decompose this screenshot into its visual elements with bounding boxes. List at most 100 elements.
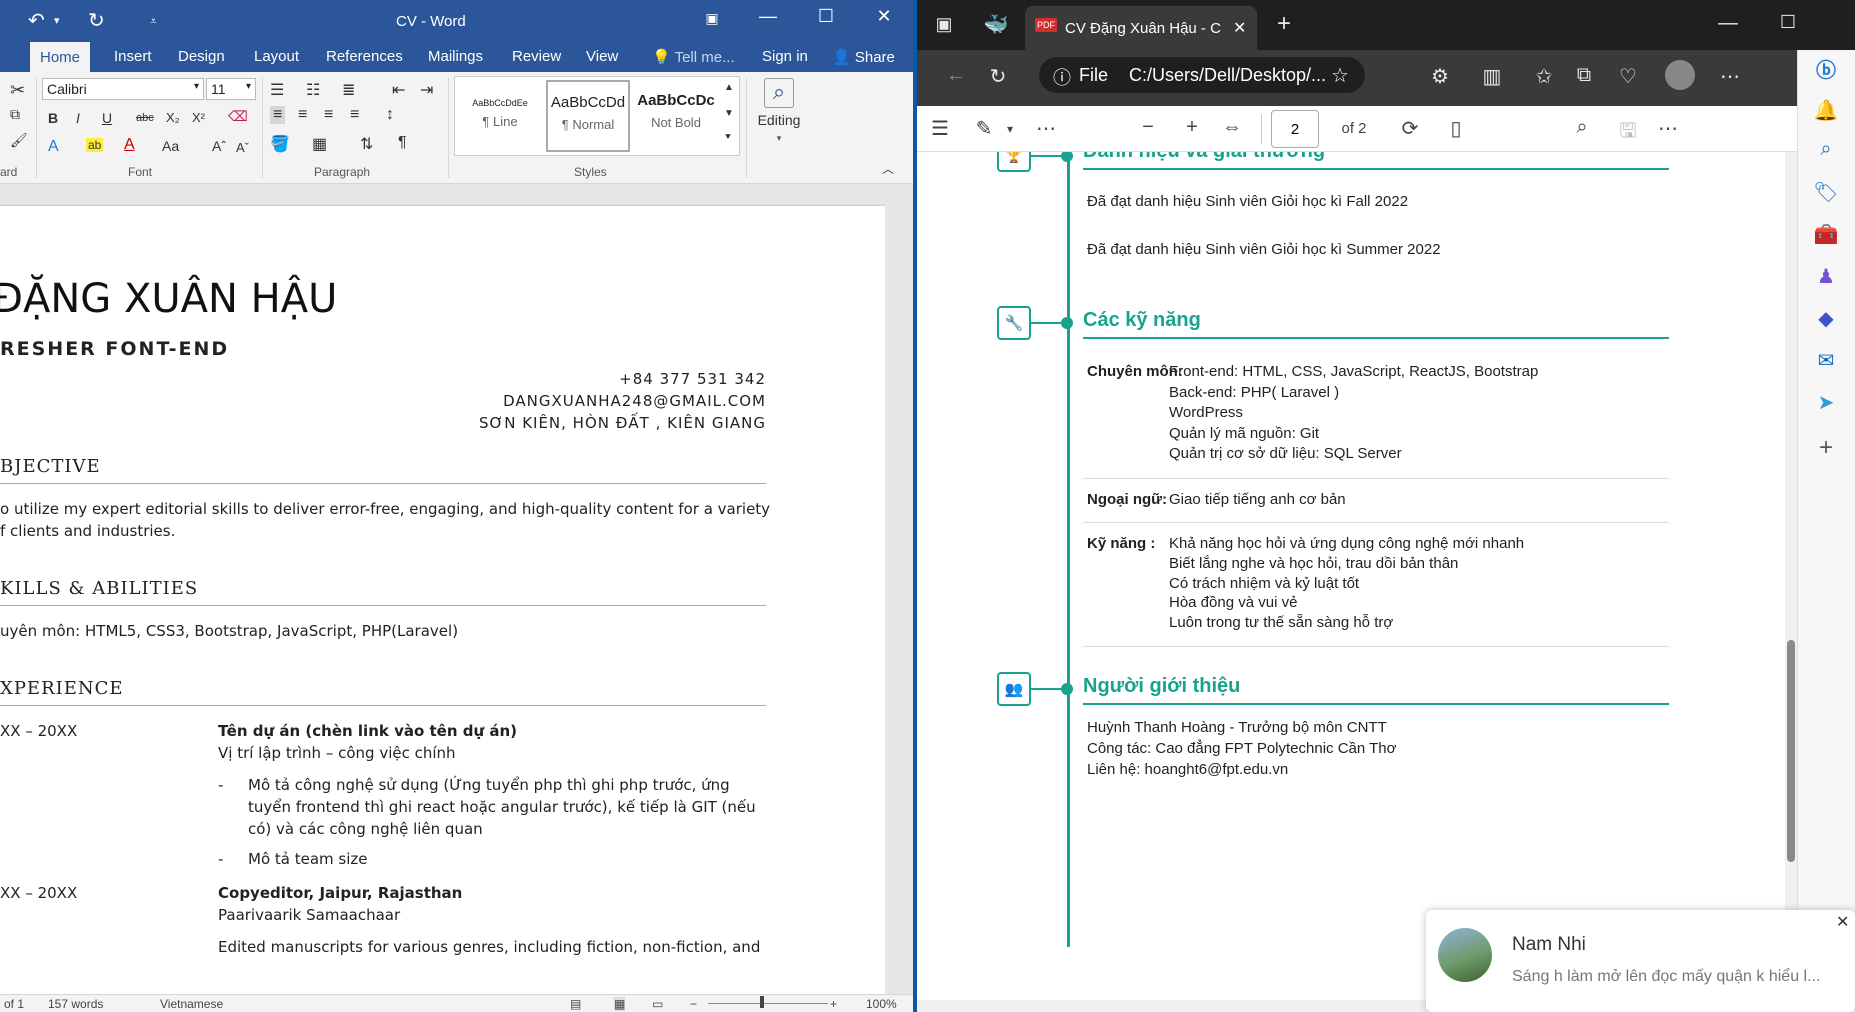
favorite-star-icon[interactable]: ☆ — [1331, 63, 1349, 88]
outlook-icon[interactable]: ✉ — [1810, 348, 1842, 373]
games-icon[interactable]: ♟ — [1810, 264, 1842, 289]
sign-in-link[interactable]: Sign in — [758, 48, 812, 65]
bullets-icon[interactable]: ☰ — [270, 80, 284, 100]
read-mode-icon[interactable]: ▤ — [570, 997, 581, 1011]
tab-view[interactable]: View — [582, 48, 622, 65]
document-page[interactable]: ĐẶNG XUÂN HẬU RESHER FONT-END +84 377 53… — [0, 206, 885, 996]
zoom-in-icon[interactable]: + — [1177, 116, 1207, 139]
show-formatting-icon[interactable]: ¶ — [398, 134, 407, 152]
format-painter-icon[interactable]: 🖌 — [10, 132, 28, 149]
tab-review[interactable]: Review — [508, 48, 565, 65]
tab-layout[interactable]: Layout — [250, 48, 303, 65]
align-center-icon[interactable]: ≡ — [298, 106, 307, 124]
minimize-button[interactable]: — — [1713, 12, 1743, 35]
line-spacing-icon[interactable]: ↕ — [386, 106, 394, 124]
save-icon[interactable]: 🖫 — [1613, 116, 1643, 150]
shopping-tag-icon[interactable]: 🏷 — [1810, 180, 1842, 205]
extensions-icon[interactable]: ⚙ — [1425, 64, 1455, 89]
clear-formatting-icon[interactable]: ⌫ — [228, 108, 248, 125]
increase-indent-icon[interactable]: ⇥ — [420, 80, 433, 100]
justify-icon[interactable]: ≡ — [350, 106, 359, 124]
vertical-scrollbar[interactable] — [885, 184, 913, 994]
settings-more-icon[interactable]: ⋯ — [1715, 64, 1745, 89]
search-icon[interactable]: ⌕ — [1567, 116, 1597, 139]
redo-icon[interactable]: ↻ — [88, 8, 105, 33]
editing-button[interactable]: ⌕ Editing ▾ — [756, 76, 802, 156]
subscript-button[interactable]: X₂ — [166, 110, 180, 125]
web-layout-icon[interactable]: ▭ — [652, 997, 663, 1011]
decrease-indent-icon[interactable]: ⇤ — [392, 80, 405, 100]
tab-design[interactable]: Design — [174, 48, 229, 65]
change-case-button[interactable]: Aa — [162, 138, 179, 154]
word-count[interactable]: 157 words — [48, 997, 103, 1011]
new-tab-icon[interactable]: + — [1269, 10, 1299, 38]
styles-more-icon[interactable]: ⯆ — [724, 132, 732, 143]
maximize-button[interactable]: ☐ — [806, 6, 846, 27]
close-icon[interactable]: ✕ — [1836, 912, 1849, 932]
refresh-icon[interactable]: ↻ — [983, 64, 1013, 89]
chat-notification[interactable]: Nam Nhi Sáng h làm mở lên đọc mấy quận k… — [1426, 910, 1855, 1012]
pdf-vertical-scrollbar[interactable] — [1785, 152, 1797, 1012]
superscript-button[interactable]: X² — [192, 110, 205, 125]
borders-icon[interactable]: ▦ — [312, 134, 327, 154]
italic-button[interactable]: I — [76, 110, 80, 126]
styles-scroll-up-icon[interactable]: ▲ — [724, 82, 734, 93]
undo-dropdown-icon[interactable]: ▾ — [54, 14, 60, 27]
style-line[interactable]: AaBbCcDdEe ¶ Line — [458, 80, 542, 152]
tab-insert[interactable]: Insert — [110, 48, 156, 65]
underline-button[interactable]: U — [102, 110, 112, 126]
tab-mailings[interactable]: Mailings — [424, 48, 487, 65]
bing-copilot-icon[interactable]: ⓑ — [1810, 54, 1842, 83]
shrink-font-button[interactable]: Aˇ — [236, 140, 249, 155]
language[interactable]: Vietnamese — [160, 997, 223, 1011]
close-tab-icon[interactable]: ✕ — [1233, 18, 1246, 38]
close-button[interactable]: ✕ — [864, 6, 904, 27]
workspace-icon[interactable]: 🐳 — [981, 12, 1011, 37]
cut-icon[interactable]: ✂ — [10, 80, 25, 101]
back-icon[interactable]: ← — [941, 64, 971, 87]
collections-icon[interactable]: ⧉ — [1569, 64, 1599, 87]
multilevel-list-icon[interactable]: ≣ — [342, 80, 355, 100]
send-icon[interactable]: ➤ — [1810, 390, 1842, 415]
minimize-button[interactable]: — — [748, 6, 788, 27]
sort-icon[interactable]: ⇅ — [360, 134, 373, 154]
customize-qat-icon[interactable]: ⩡ — [150, 14, 157, 29]
more-tools-icon[interactable]: ⋯ — [1031, 116, 1061, 141]
tab-actions-icon[interactable]: ▣ — [929, 14, 959, 35]
tools-icon[interactable]: 🧰 — [1810, 222, 1842, 247]
page-view-icon[interactable]: ▯ — [1441, 116, 1471, 141]
page-count[interactable]: of 1 — [4, 997, 24, 1011]
strikethrough-button[interactable]: abc — [136, 112, 154, 124]
page-number-input[interactable]: 2 — [1271, 110, 1319, 148]
numbering-icon[interactable]: ☷ — [306, 80, 320, 100]
tab-home[interactable]: Home — [30, 42, 91, 72]
align-right-icon[interactable]: ≡ — [324, 106, 333, 124]
split-screen-icon[interactable]: ▥ — [1477, 64, 1507, 89]
zoom-out-button[interactable]: − — [690, 997, 697, 1011]
grow-font-button[interactable]: Aˆ — [212, 138, 226, 154]
share-button[interactable]: 👤 Share — [828, 48, 899, 66]
print-layout-icon[interactable]: ▦ — [614, 997, 626, 1011]
align-left-icon[interactable]: ≡ — [270, 106, 286, 124]
address-bar[interactable]: ⓘ File C:/Users/Dell/Desktop/... ☆ — [1039, 57, 1365, 93]
table-of-contents-icon[interactable]: ☰ — [925, 116, 955, 141]
font-color-button[interactable]: A — [124, 136, 135, 154]
favorites-icon[interactable]: ✩ — [1529, 64, 1559, 89]
font-name-select[interactable]: Calibri ▾ — [42, 78, 204, 100]
fit-to-width-icon[interactable]: ⇔ — [1217, 116, 1247, 139]
chevron-down-icon[interactable]: ▾ — [995, 122, 1025, 136]
highlight-color-button[interactable]: ab — [86, 138, 104, 152]
search-icon[interactable]: ⌕ — [1810, 138, 1842, 161]
style-not-bold[interactable]: AaBbCcDc Not Bold — [634, 80, 718, 152]
zoom-out-icon[interactable]: − — [1133, 116, 1163, 139]
microsoft365-icon[interactable]: ◆ — [1810, 306, 1842, 331]
pdf-more-icon[interactable]: ⋯ — [1653, 116, 1683, 141]
styles-scroll-down-icon[interactable]: ▼ — [724, 108, 734, 119]
maximize-button[interactable]: ☐ — [1773, 12, 1803, 33]
notifications-icon[interactable]: 🔔 — [1810, 98, 1842, 123]
zoom-in-button[interactable]: + — [830, 997, 837, 1011]
edge-active-tab[interactable]: PDF CV Đặng Xuân Hậu - CV Đặng Xu ✕ — [1025, 6, 1257, 50]
font-size-select[interactable]: 11 ▾ — [206, 78, 256, 100]
bold-button[interactable]: B — [48, 110, 58, 126]
style-normal[interactable]: AaBbCcDd ¶ Normal — [546, 80, 630, 152]
